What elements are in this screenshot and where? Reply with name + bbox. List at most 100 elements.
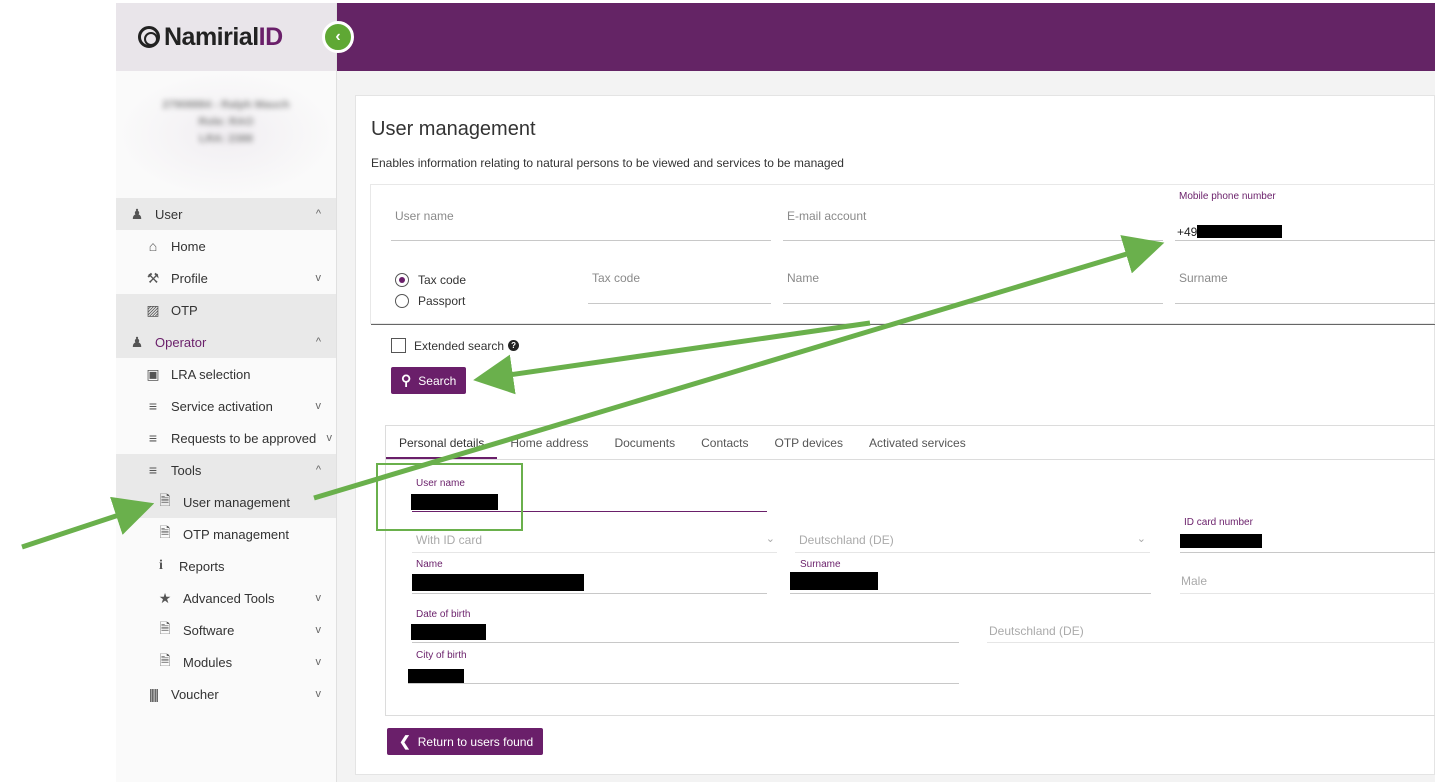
sidebar-item-label: Profile: [171, 270, 208, 286]
redacted-block: [790, 572, 878, 590]
add-user-icon: ♟: [130, 333, 144, 350]
sidebar-item-label: User management: [183, 494, 290, 510]
sidebar-item-label: Requests to be approved: [171, 430, 317, 446]
sidebar-item-profile[interactable]: ⚒ Profile v: [116, 262, 336, 294]
mobile-phone-field[interactable]: Mobile phone number +49: [1175, 185, 1435, 241]
file-pdf-icon: 🗎: [159, 652, 171, 668]
sidebar-item-user-management[interactable]: 🗎 User management: [116, 486, 336, 518]
sidebar-item-software[interactable]: 🗎 Software v: [116, 614, 336, 646]
tab-activated-services[interactable]: Activated services: [856, 426, 979, 459]
sidebar-item-advanced-tools[interactable]: ★ Advanced Tools v: [116, 582, 336, 614]
mobile-phone-value: +49: [1177, 225, 1283, 239]
redacted-block: [1197, 225, 1283, 238]
sidebar-menu: ♟ User ^ ⌂ Home ⚒ Profile v ▨ OTP ♟ Oper…: [116, 198, 336, 710]
sidebar-item-label: OTP: [171, 302, 198, 318]
file-archive-icon: 🗎: [159, 620, 171, 636]
tab-contacts[interactable]: Contacts: [688, 426, 761, 459]
sidebar-item-tools[interactable]: ≡ Tools ^: [116, 454, 336, 486]
tax-code-field[interactable]: Tax code: [588, 265, 771, 304]
chevron-down-icon: v: [315, 592, 322, 604]
date-of-birth-label: Date of birth: [416, 609, 471, 620]
chevron-down-icon: v: [315, 624, 322, 636]
city-of-birth-field[interactable]: City of birth: [408, 648, 959, 684]
tab-documents[interactable]: Documents: [601, 426, 688, 459]
otp-icon: ▨: [146, 301, 160, 318]
divider: [371, 324, 1435, 325]
gender-select[interactable]: Male: [1180, 566, 1435, 594]
main-area: User management Enables information rela…: [337, 71, 1435, 782]
sidebar-item-reports[interactable]: i Reports: [116, 550, 336, 582]
city-of-birth-label: City of birth: [416, 650, 467, 661]
sidebar-item-lra-selection[interactable]: ▣ LRA selection: [116, 358, 336, 390]
page-title: User management: [371, 118, 536, 140]
sidebar-item-label: Reports: [179, 558, 225, 574]
chevron-down-icon: ⌄: [765, 533, 775, 545]
user-name-field[interactable]: User name: [391, 201, 771, 241]
chevron-down-icon: v: [315, 656, 322, 668]
passport-radio-label: Passport: [418, 294, 466, 308]
sidebar-item-home[interactable]: ⌂ Home: [116, 230, 336, 262]
sidebar-item-label: Advanced Tools: [183, 590, 275, 606]
sidebar-item-requests-to-be-approved[interactable]: ≡ Requests to be approved v: [116, 422, 336, 454]
chevron-up-icon: ^: [315, 336, 321, 348]
redacted-block: [411, 624, 486, 640]
namirial-logo-icon: [138, 26, 160, 48]
tax-code-radio-label: Tax code: [418, 273, 467, 287]
tax-code-placeholder: Tax code: [592, 271, 641, 285]
sidebar-item-service-activation[interactable]: ≡ Service activation v: [116, 390, 336, 422]
chevron-left-icon: ‹: [335, 28, 341, 45]
wrench-icon: ⚒: [146, 269, 160, 286]
tab-personal-details[interactable]: Personal details: [386, 426, 498, 459]
profile-info: 27908884 - Ralph Mauch Role: RAO LRA: 23…: [116, 71, 336, 198]
birth-country-value: Deutschland (DE): [989, 624, 1084, 638]
radio-selected-icon: [395, 273, 409, 287]
surname-field[interactable]: Surname: [1175, 265, 1435, 304]
search-panel: User name E-mail account Mobile phone nu…: [370, 184, 1435, 325]
id-country-select[interactable]: Deutschland (DE) ⌄: [795, 526, 1150, 553]
search-button[interactable]: ⚲ Search: [391, 367, 467, 394]
home-icon: ⌂: [148, 238, 158, 254]
help-icon[interactable]: ?: [508, 340, 520, 351]
tax-code-radio[interactable]: Tax code: [395, 273, 466, 287]
tab-bar: Personal details Home address Documents …: [386, 426, 1435, 460]
return-to-users-found-button[interactable]: ❮ Return to users found: [387, 728, 544, 755]
detail-surname-field[interactable]: Surname: [790, 556, 1151, 594]
name-field[interactable]: Name: [783, 265, 1163, 304]
collapse-sidebar-button[interactable]: ‹: [322, 21, 354, 53]
date-of-birth-field[interactable]: Date of birth: [411, 606, 959, 643]
profile-line-1: 27908884 - Ralph Mauch: [162, 99, 290, 111]
sidebar-item-voucher[interactable]: ||||| Voucher v: [116, 678, 336, 710]
sidebar-item-modules[interactable]: 🗎 Modules v: [116, 646, 336, 678]
highlight-box: [376, 463, 523, 531]
passport-radio[interactable]: Passport: [395, 294, 465, 308]
tab-otp-devices[interactable]: OTP devices: [762, 426, 856, 459]
document-icon: 🗎: [159, 492, 171, 508]
list-icon: ≡: [148, 430, 158, 446]
logo-id-text: ID: [258, 22, 284, 51]
sidebar-item-label: Software: [183, 622, 235, 638]
chevron-down-icon: v: [315, 400, 322, 412]
id-card-number-field[interactable]: ID card number: [1180, 514, 1435, 553]
detail-surname-label: Surname: [800, 559, 841, 570]
gender-value: Male: [1181, 574, 1208, 588]
sidebar-item-label: Modules: [183, 654, 233, 670]
redacted-block: [408, 669, 464, 683]
chevron-up-icon: ^: [315, 208, 321, 220]
info-icon: i: [159, 558, 163, 573]
extended-search-checkbox[interactable]: Extended search ?: [391, 338, 520, 353]
detail-name-label: Name: [416, 559, 443, 570]
detail-name-field[interactable]: Name: [412, 556, 767, 594]
sidebar-section-operator[interactable]: ♟ Operator ^: [116, 326, 336, 358]
tab-home-address[interactable]: Home address: [497, 426, 601, 459]
chevron-down-icon: v: [326, 432, 333, 444]
sidebar-item-label: User: [155, 206, 183, 222]
email-field[interactable]: E-mail account: [783, 201, 1163, 241]
briefcase-icon: ▣: [146, 365, 160, 382]
sidebar-item-label: Operator: [155, 334, 207, 350]
sidebar-section-user[interactable]: ♟ User ^: [116, 198, 336, 230]
profile-line-3: LRA: 2388: [199, 133, 253, 145]
sidebar-item-otp[interactable]: ▨ OTP: [116, 294, 336, 326]
sidebar-item-otp-management[interactable]: 🗎 OTP management: [116, 518, 336, 550]
birth-country-select[interactable]: Deutschland (DE): [987, 616, 1435, 643]
sidebar: NamirialID ‹ 27908884 - Ralph Mauch Role…: [116, 3, 354, 782]
